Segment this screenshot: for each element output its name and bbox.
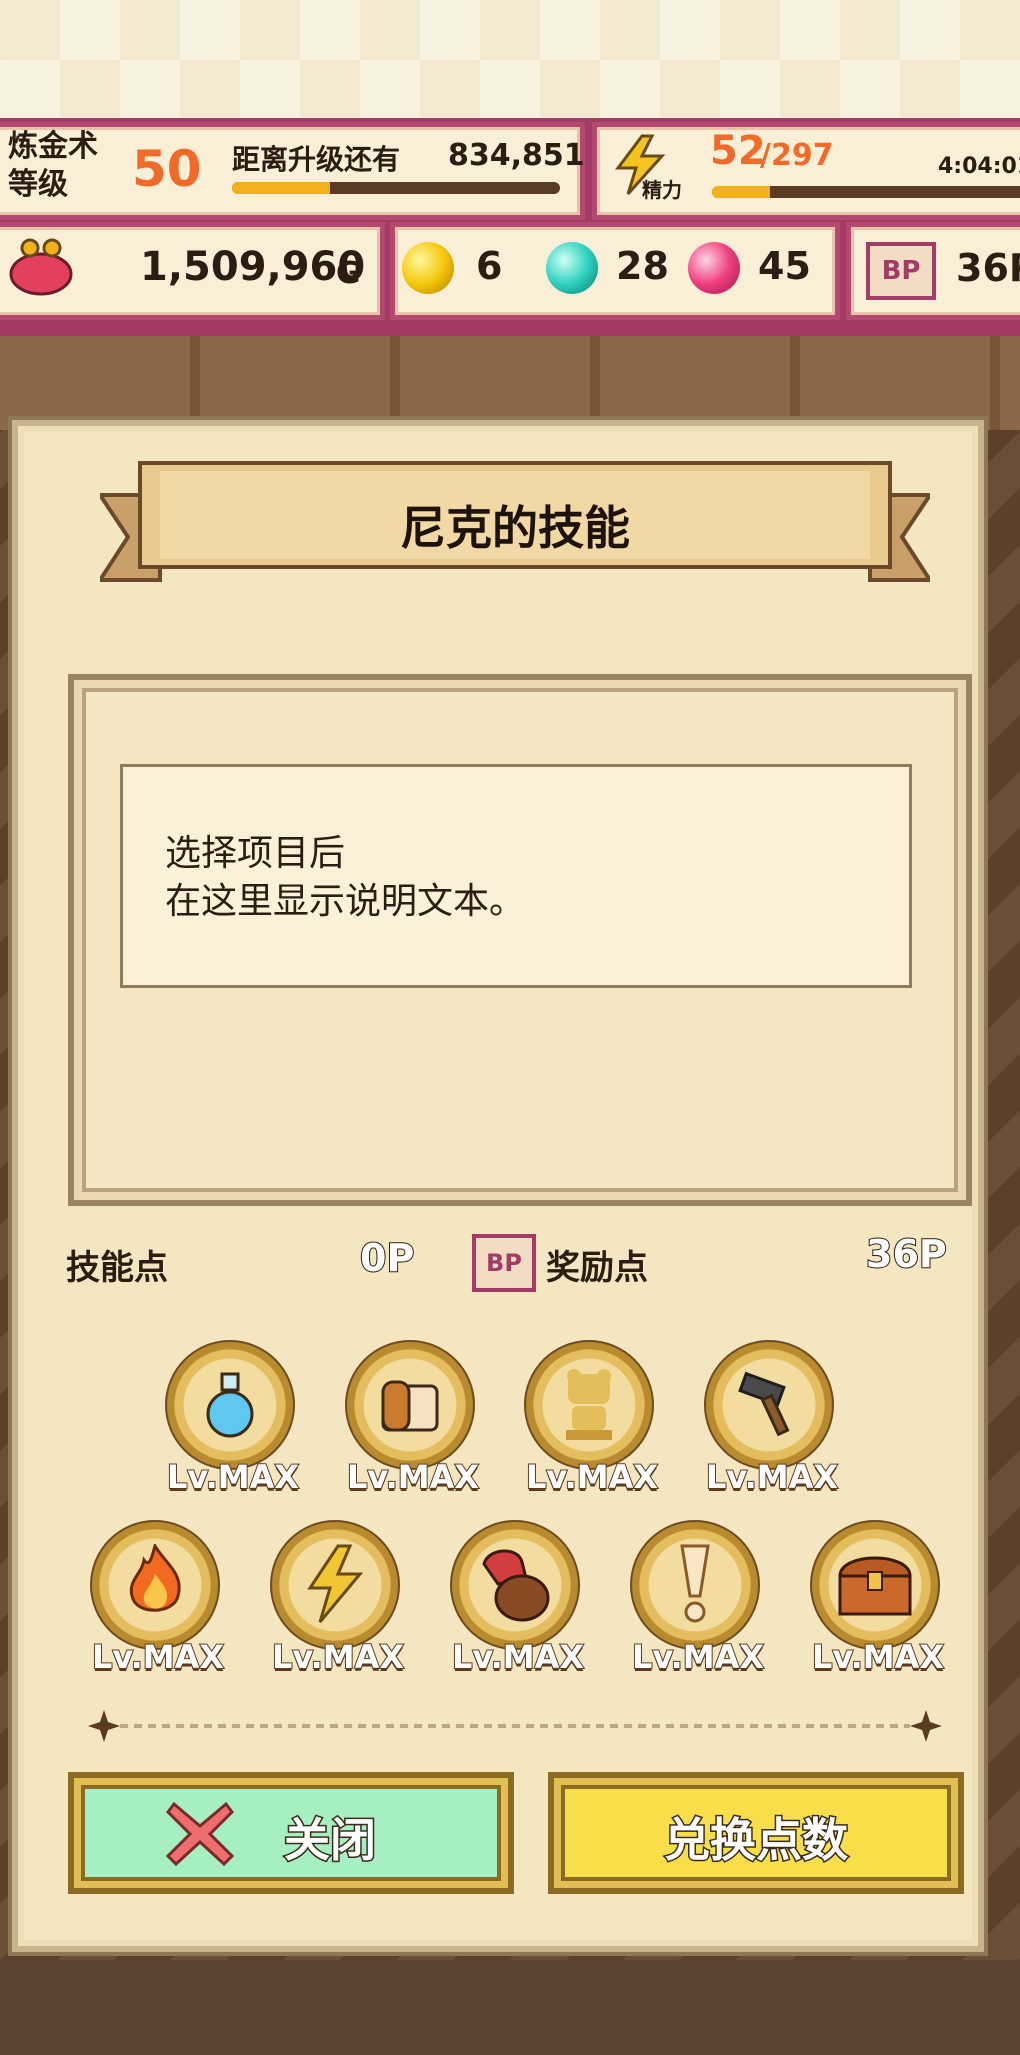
exp-progress-bar [232, 182, 560, 194]
gold-value: 1,509,960 [140, 244, 366, 290]
close-button-label: 关闭 [283, 1812, 378, 1869]
next-level-label: 距离升级还有 [232, 143, 401, 176]
exclamation-icon [680, 1544, 710, 1623]
alchemy-level-value: 50 [132, 140, 202, 198]
skill-level-label: Lv.MAX [811, 1637, 945, 1677]
description-text: 选择项目后 在这里显示说明文本。 [165, 833, 526, 922]
stamina-current: 52 [710, 128, 766, 174]
skill-level-label: Lv.MAX [525, 1457, 659, 1497]
skill-fire[interactable]: Lv.MAX [90, 1520, 226, 1680]
stamina-progress-bar [712, 186, 1020, 198]
top-pattern-background [0, 0, 1020, 120]
bp-value: 36P [956, 246, 1020, 290]
skill-level-label: Lv.MAX [271, 1637, 405, 1677]
yellow-gem-icon [402, 242, 454, 294]
coin-purse-icon [9, 238, 73, 296]
gold-unit: G [336, 256, 361, 291]
skill-level-label: Lv.MAX [166, 1457, 300, 1497]
bread-icon [381, 1380, 439, 1432]
skill-level-label: Lv.MAX [451, 1637, 585, 1677]
close-button[interactable]: 关闭 [68, 1772, 514, 1894]
skill-bread[interactable]: Lv.MAX [345, 1340, 481, 1500]
close-icon [165, 1801, 235, 1867]
skill-glove[interactable]: Lv.MAX [450, 1520, 586, 1680]
skill-lightning[interactable]: Lv.MAX [270, 1520, 406, 1680]
skill-bear-statue[interactable]: Lv.MAX [524, 1340, 660, 1500]
room-wall-background [0, 320, 1020, 430]
cyan-gem-count: 28 [616, 244, 669, 288]
ornament-divider [88, 1710, 942, 1742]
potion-icon [206, 1372, 254, 1438]
skill-hammer[interactable]: Lv.MAX [704, 1340, 840, 1500]
cyan-gem-icon [546, 242, 598, 294]
skill-level-label: Lv.MAX [631, 1637, 765, 1677]
skill-points-value: 0P [359, 1235, 415, 1281]
fire-icon [129, 1544, 181, 1612]
next-level-value: 834,851 [448, 138, 585, 173]
glove-icon [482, 1549, 550, 1622]
bonus-points-label: 奖励点 [546, 1248, 648, 1288]
exchange-points-button[interactable]: 兑换点数 [548, 1772, 964, 1894]
stamina-timer: 4:04:01 [938, 154, 1020, 179]
pink-gem-icon [688, 242, 740, 294]
skill-level-label: Lv.MAX [705, 1457, 839, 1497]
stamina-max: /297 [760, 138, 834, 173]
dialog-title: 尼克的技能 [400, 501, 630, 555]
lightning-icon [307, 1544, 364, 1623]
yellow-gem-count: 6 [476, 244, 503, 288]
chest-icon [838, 1556, 912, 1616]
skill-level-label: Lv.MAX [346, 1457, 480, 1497]
skill-points-label: 技能点 [66, 1248, 168, 1288]
stamina-icon-label: 精力 [642, 178, 682, 202]
pink-gem-count: 45 [758, 244, 811, 288]
skill-potion[interactable]: Lv.MAX [165, 1340, 301, 1500]
skill-chest[interactable]: Lv.MAX [810, 1520, 946, 1680]
skill-level-label: Lv.MAX [91, 1637, 225, 1677]
bonus-bp-icon: BP [472, 1234, 536, 1292]
bear-statue-icon [566, 1369, 612, 1440]
bp-icon: BP [866, 242, 936, 300]
skill-exclamation[interactable]: Lv.MAX [630, 1520, 766, 1680]
stamina-progress-fill [712, 186, 770, 198]
hammer-icon [738, 1371, 790, 1436]
exp-progress-fill [232, 182, 331, 194]
exchange-points-label: 兑换点数 [663, 1812, 850, 1869]
floor-background [0, 1960, 1020, 2055]
bonus-points-value: 36P [865, 1231, 948, 1277]
alchemy-level-label: 炼金术 等级 [8, 129, 98, 202]
